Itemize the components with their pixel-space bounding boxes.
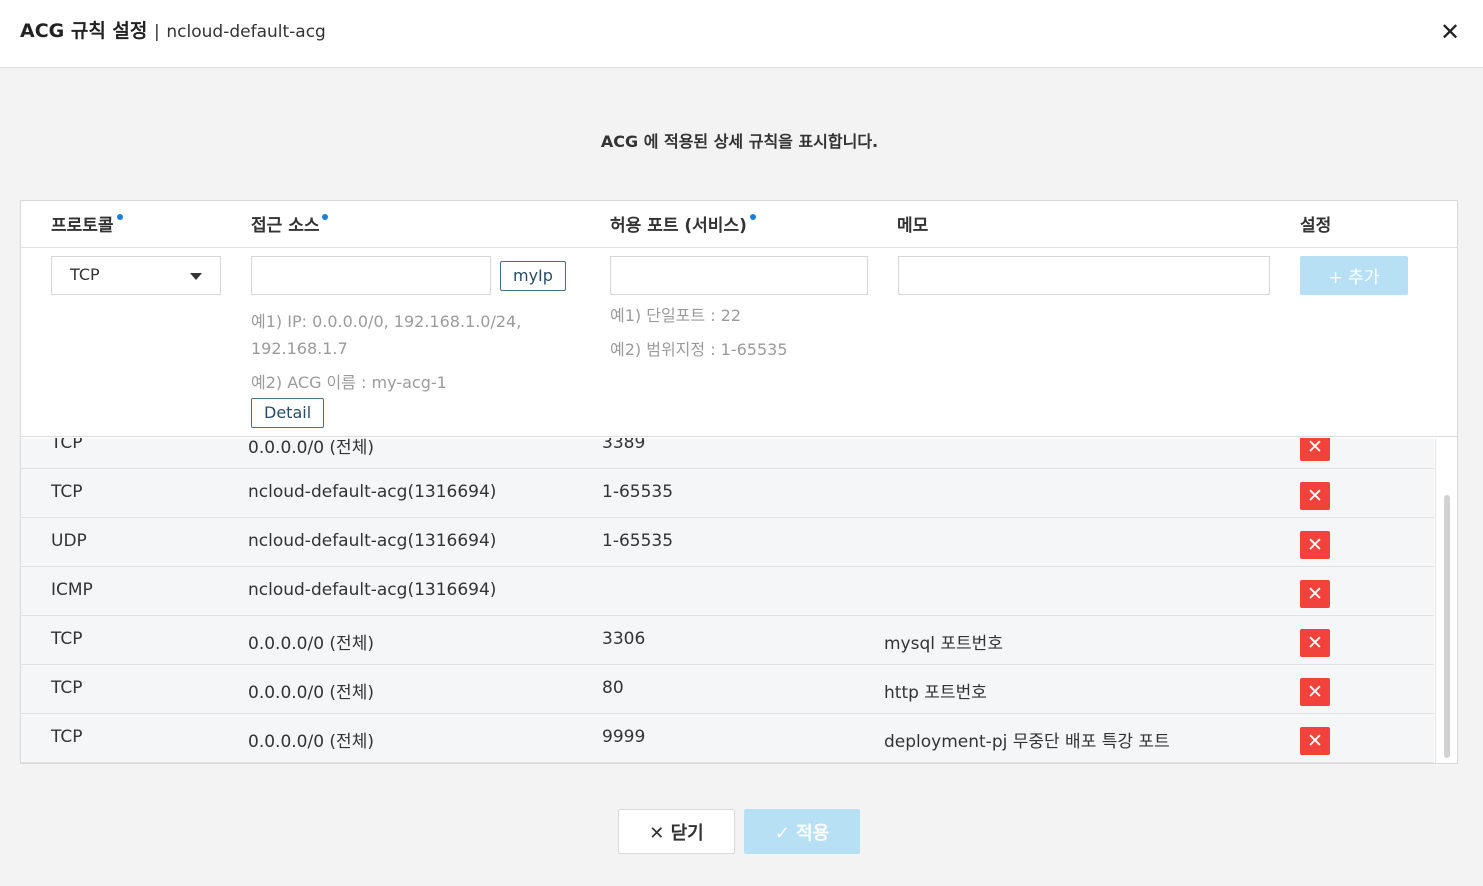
delete-rule-icon[interactable]: ✕ bbox=[1300, 438, 1330, 461]
rule-port: 3306 bbox=[602, 629, 646, 649]
detail-button[interactable]: Detail bbox=[251, 398, 325, 428]
myip-button[interactable]: myIp bbox=[500, 261, 566, 291]
rule-source: ncloud-default-acg(1316694) bbox=[248, 531, 497, 551]
required-dot bbox=[322, 214, 329, 220]
rule-protocol: TCP bbox=[51, 629, 83, 649]
dialog-title-text: ACG 규칙 설정 bbox=[20, 20, 148, 42]
table-row: TCP ncloud-default-acg(1316694) 1-65535 … bbox=[21, 469, 1434, 518]
rule-protocol: TCP bbox=[51, 438, 83, 453]
table-row: TCP 0.0.0.0/0 (전체) 3389 ✕ bbox=[21, 438, 1434, 469]
scrollbar-thumb[interactable] bbox=[1444, 495, 1450, 758]
rule-memo: http 포트번호 bbox=[884, 683, 987, 703]
close-button[interactable]: ✕ 닫기 bbox=[618, 809, 735, 854]
port-hint-2: 예2) 범위지정 : 1-65535 bbox=[610, 340, 788, 359]
rule-source: 0.0.0.0/0 (전체) bbox=[248, 683, 374, 703]
acg-name: ncloud-default-acg bbox=[166, 22, 326, 42]
delete-rule-icon[interactable]: ✕ bbox=[1300, 531, 1330, 559]
rule-protocol: UDP bbox=[51, 531, 87, 551]
rules-panel: 프로토콜 접근 소스 허용 포트 (서비스) 메모 설정 TCP myIp 예1… bbox=[20, 200, 1458, 764]
table-row: TCP 0.0.0.0/0 (전체) 3306 mysql 포트번호 ✕ bbox=[21, 616, 1434, 665]
col-source-label: 접근 소스 bbox=[251, 216, 320, 236]
apply-button[interactable]: ✓ 적용 bbox=[744, 809, 860, 854]
rule-port: 3389 bbox=[602, 438, 646, 453]
rule-memo: deployment-pj 무중단 배포 특강 포트 bbox=[884, 732, 1170, 752]
table-row: ICMP ncloud-default-acg(1316694) ✕ bbox=[21, 567, 1434, 616]
rule-source: ncloud-default-acg(1316694) bbox=[248, 580, 497, 600]
table-row: UDP ncloud-default-acg(1316694) 1-65535 … bbox=[21, 518, 1434, 567]
rule-source: ncloud-default-acg(1316694) bbox=[248, 482, 497, 502]
rule-port: 1-65535 bbox=[602, 482, 674, 502]
col-protocol: 프로토콜 bbox=[51, 211, 123, 236]
required-dot bbox=[749, 214, 756, 220]
source-hint-1b: 192.168.1.7 bbox=[251, 339, 348, 358]
source-input[interactable] bbox=[251, 256, 491, 295]
rule-port: 80 bbox=[602, 678, 624, 698]
table-header: 프로토콜 접근 소스 허용 포트 (서비스) 메모 설정 bbox=[21, 201, 1457, 248]
rule-protocol: ICMP bbox=[51, 580, 93, 600]
intro-text: ACG 에 적용된 상세 규칙을 표시합니다. bbox=[600, 132, 879, 151]
rule-protocol: TCP bbox=[51, 727, 83, 747]
rule-source: 0.0.0.0/0 (전체) bbox=[248, 732, 374, 752]
col-protocol-label: 프로토콜 bbox=[51, 216, 114, 236]
col-memo: 메모 bbox=[897, 216, 929, 236]
col-port-label: 허용 포트 (서비스) bbox=[610, 216, 747, 236]
table-row: TCP 0.0.0.0/0 (전체) 80 http 포트번호 ✕ bbox=[21, 665, 1434, 714]
dialog-header: ACG 규칙 설정 | ncloud-default-acg ✕ bbox=[0, 0, 1483, 68]
port-input[interactable] bbox=[610, 256, 868, 295]
title-separator: | bbox=[154, 22, 160, 42]
rule-source: 0.0.0.0/0 (전체) bbox=[248, 634, 374, 654]
rule-port: 1-65535 bbox=[602, 531, 674, 551]
delete-rule-icon[interactable]: ✕ bbox=[1300, 727, 1330, 755]
dialog-title: ACG 규칙 설정 | ncloud-default-acg bbox=[20, 16, 326, 43]
rule-port: 9999 bbox=[602, 727, 646, 747]
delete-rule-icon[interactable]: ✕ bbox=[1300, 629, 1330, 657]
rule-memo: mysql 포트번호 bbox=[884, 634, 1003, 654]
col-source: 접근 소스 bbox=[251, 211, 329, 236]
port-hint-1: 예1) 단일포트 : 22 bbox=[610, 306, 742, 325]
memo-input[interactable] bbox=[898, 256, 1270, 295]
add-rule-button[interactable]: + 추가 bbox=[1300, 256, 1408, 295]
close-icon[interactable]: ✕ bbox=[1437, 16, 1463, 48]
delete-rule-icon[interactable]: ✕ bbox=[1300, 678, 1330, 706]
col-port: 허용 포트 (서비스) bbox=[610, 211, 756, 236]
source-hint-1: 예1) IP: 0.0.0.0/0, 192.168.1.0/24, bbox=[251, 312, 522, 331]
delete-rule-icon[interactable]: ✕ bbox=[1300, 482, 1330, 510]
protocol-select[interactable]: TCP bbox=[51, 256, 221, 295]
col-settings: 설정 bbox=[1300, 216, 1332, 236]
rule-protocol: TCP bbox=[51, 482, 83, 502]
add-rule-form: TCP myIp 예1) IP: 0.0.0.0/0, 192.168.1.0/… bbox=[21, 248, 1457, 437]
scrollbar[interactable] bbox=[1435, 438, 1457, 763]
table-row: TCP 0.0.0.0/0 (전체) 9999 deployment-pj 무중… bbox=[21, 714, 1434, 763]
caret-down-icon bbox=[190, 273, 202, 280]
required-dot bbox=[116, 214, 123, 220]
rule-protocol: TCP bbox=[51, 678, 83, 698]
source-hint-2: 예2) ACG 이름 : my-acg-1 bbox=[251, 373, 447, 392]
protocol-select-value: TCP bbox=[70, 265, 100, 284]
rules-list: TCP 0.0.0.0/0 (전체) 3389 ✕ TCP ncloud-def… bbox=[21, 438, 1434, 763]
rule-source: 0.0.0.0/0 (전체) bbox=[248, 438, 374, 458]
delete-rule-icon[interactable]: ✕ bbox=[1300, 580, 1330, 608]
